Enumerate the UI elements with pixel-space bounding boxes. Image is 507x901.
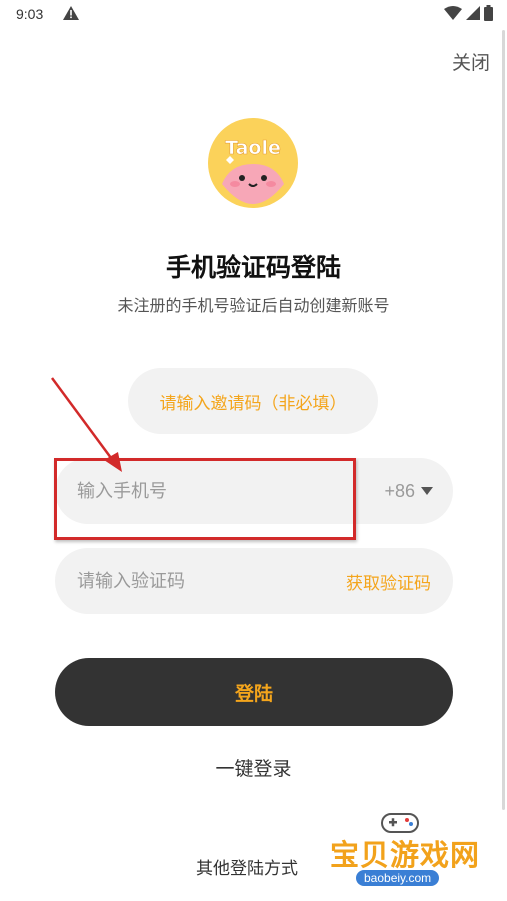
wifi-icon [444, 6, 462, 20]
code-field-container: 获取验证码 [55, 548, 453, 614]
status-time: 9:03 [16, 6, 44, 22]
status-bar: 9:03 [0, 0, 507, 30]
watermark-text: 宝贝游戏网 [330, 838, 481, 872]
invite-code-button[interactable]: 请输入邀请码（非必填） [128, 368, 378, 434]
other-login-methods-link[interactable]: 其他登陆方式 [196, 854, 298, 879]
battery-icon [484, 5, 493, 21]
close-button[interactable]: 关闭 [452, 48, 490, 75]
watermark: 宝贝游戏网 baobeiy.com [330, 808, 480, 896]
page-subtitle: 未注册的手机号验证后自动创建新账号 [117, 296, 390, 315]
invite-code-label: 请输入邀请码（非必填） [159, 393, 347, 414]
login-button-label: 登陆 [234, 682, 273, 705]
watermark-url: baobeiy.com [356, 870, 440, 886]
logo-text: Taole [225, 137, 281, 159]
one-key-login-link[interactable]: 一键登录 [0, 754, 507, 781]
chevron-down-icon [421, 487, 433, 495]
login-button[interactable]: 登陆 [55, 658, 453, 726]
status-icons [444, 5, 493, 21]
app-logo: Taole [208, 118, 298, 208]
warning-icon [63, 6, 79, 20]
get-code-button[interactable]: 获取验证码 [346, 548, 431, 614]
country-code-value: +86 [384, 480, 415, 501]
verification-code-input[interactable] [77, 548, 337, 614]
cellular-signal-icon [466, 6, 480, 20]
gamepad-icon [381, 813, 419, 833]
page-title: 手机验证码登陆 [165, 253, 341, 282]
country-code-selector[interactable]: +86 [384, 458, 433, 524]
phone-input[interactable] [77, 458, 337, 524]
phone-field-container: +86 [55, 458, 453, 524]
scrollbar[interactable] [502, 30, 505, 810]
